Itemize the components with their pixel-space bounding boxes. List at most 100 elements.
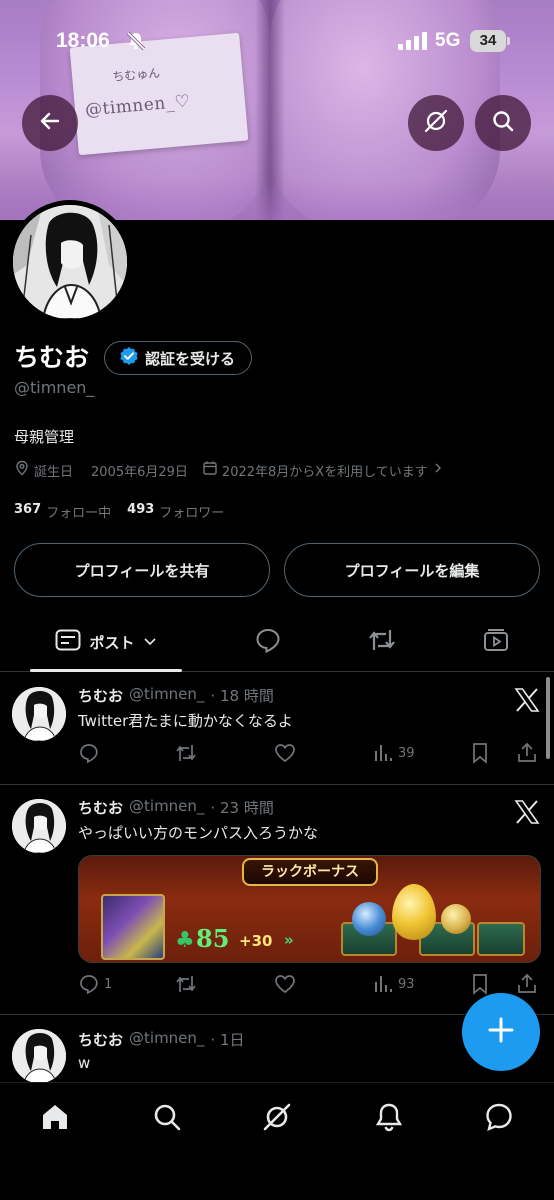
back-button[interactable] xyxy=(22,95,78,151)
status-bar: 18:06 5G 34 xyxy=(0,22,554,62)
tab-posts[interactable]: ポスト xyxy=(30,614,182,672)
post-image[interactable]: ラックボーナス ♣ 85 +30 » xyxy=(78,855,541,963)
views-button[interactable]: 39 xyxy=(372,742,415,764)
status-time: 18:06 xyxy=(56,29,110,52)
birthday-value: 2005年6月29日 xyxy=(91,464,188,480)
scrollbar[interactable] xyxy=(546,677,550,759)
get-verified-button[interactable]: 認証を受ける xyxy=(104,341,253,375)
like-button[interactable] xyxy=(274,742,296,764)
gold-coin-icon xyxy=(441,904,471,934)
profile-bio: 母親管理 xyxy=(14,428,75,446)
profile-handle: @timnen_ xyxy=(14,378,95,397)
grok-button[interactable] xyxy=(408,95,464,151)
profile-meta: 誕生日 2005年6月29日 2022年8月からXを利用しています xyxy=(14,460,444,480)
share-button[interactable] xyxy=(516,742,538,764)
back-arrow-icon xyxy=(38,109,62,137)
nav-grok[interactable] xyxy=(261,1103,293,1135)
followers-count: 493 xyxy=(127,502,155,517)
tab-replies[interactable] xyxy=(240,614,296,670)
share-profile-button[interactable]: プロフィールを共有 xyxy=(14,543,270,597)
joined-date: 2022年8月からXを利用しています xyxy=(221,464,428,480)
post-timestamp[interactable]: · 1日 xyxy=(210,1029,244,1050)
views-button[interactable]: 93 xyxy=(372,973,415,995)
post-author-name[interactable]: ちむお xyxy=(78,1029,123,1050)
x-logo-icon xyxy=(514,799,540,829)
post-item[interactable]: ちむお @timnen_ · 18 時間 Twitter君たまに動かなくなるよ … xyxy=(0,673,554,785)
chevron-right-icon xyxy=(432,462,444,478)
post-header: ちむお @timnen_ · 1日 xyxy=(78,1029,245,1050)
tab-posts-label: ポスト xyxy=(89,633,135,652)
followers-link[interactable]: 493 フォロワー xyxy=(127,502,224,521)
x-logo-icon xyxy=(514,687,540,717)
post-author-name[interactable]: ちむお xyxy=(78,685,123,706)
battery-icon: 34 xyxy=(470,30,506,52)
tab-media[interactable] xyxy=(468,614,524,670)
image-title: ラックボーナス xyxy=(242,858,378,886)
post-author-name[interactable]: ちむお xyxy=(78,797,123,818)
verified-badge-icon xyxy=(119,346,139,370)
reply-button[interactable] xyxy=(78,742,104,764)
profile-name: ちむお xyxy=(14,343,90,372)
location-icon xyxy=(14,460,30,480)
search-button[interactable] xyxy=(475,95,531,151)
share-button[interactable] xyxy=(516,973,538,995)
image-character-portrait xyxy=(101,894,165,960)
avatar-image xyxy=(13,205,127,319)
nav-messages[interactable] xyxy=(483,1103,515,1135)
card-text-line1: ちむゅん xyxy=(111,65,161,84)
post-timestamp[interactable]: · 23 時間 xyxy=(210,797,273,818)
grok-icon xyxy=(423,108,449,138)
blue-egg-icon xyxy=(352,902,386,936)
compose-button[interactable] xyxy=(462,993,540,1071)
follow-stats: 367 フォロー中 493 フォロワー xyxy=(14,502,234,521)
card-text-line2: @timnen_♡ xyxy=(84,91,192,121)
post-avatar[interactable] xyxy=(12,687,66,741)
birthday-item: 誕生日 2005年6月29日 xyxy=(14,460,188,480)
post-actions: 1 93 xyxy=(78,973,548,997)
post-item[interactable]: ちむお @timnen_ · 23 時間 やっぱいい方のモンパス入ろうかな ラッ… xyxy=(0,785,554,1015)
post-text: やっぱいい方のモンパス入ろうかな xyxy=(78,824,319,842)
gold-egg-icon xyxy=(392,884,436,940)
following-count: 367 xyxy=(14,502,42,517)
reply-button[interactable]: 1 xyxy=(78,973,112,995)
profile-avatar[interactable] xyxy=(8,200,132,324)
post-author-handle: @timnen_ xyxy=(129,1029,205,1047)
nav-notifications[interactable] xyxy=(373,1103,405,1135)
media-icon xyxy=(482,626,510,658)
posts-tab-icon xyxy=(55,629,81,655)
get-verified-label: 認証を受ける xyxy=(145,349,236,368)
following-link[interactable]: 367 フォロー中 xyxy=(14,502,111,521)
followers-label: フォロワー xyxy=(159,506,225,521)
views-count: 93 xyxy=(398,976,415,992)
following-label: フォロー中 xyxy=(46,506,112,521)
bookmark-button[interactable] xyxy=(470,973,490,995)
post-author-handle: @timnen_ xyxy=(129,685,205,703)
bookmark-button[interactable] xyxy=(470,742,490,764)
nav-home[interactable] xyxy=(39,1103,71,1135)
compose-plus-icon xyxy=(486,1015,516,1049)
post-header: ちむお @timnen_ · 23 時間 xyxy=(78,797,274,818)
like-button[interactable] xyxy=(274,973,296,995)
post-timestamp[interactable]: · 18 時間 xyxy=(210,685,273,706)
repost-button[interactable] xyxy=(174,742,198,764)
joined-item[interactable]: 2022年8月からXを利用しています xyxy=(202,460,444,480)
views-count: 39 xyxy=(398,745,415,761)
calendar-icon xyxy=(202,460,218,480)
post-avatar[interactable] xyxy=(12,1029,66,1082)
birthday-label: 誕生日 xyxy=(34,464,74,480)
post-text: Twitter君たまに動かなくなるよ xyxy=(78,712,293,730)
post-author-handle: @timnen_ xyxy=(129,797,205,815)
post-text: w xyxy=(78,1054,91,1072)
nav-search[interactable] xyxy=(151,1103,183,1135)
repost-button[interactable] xyxy=(174,973,198,995)
edit-profile-button[interactable]: プロフィールを編集 xyxy=(284,543,540,597)
image-chevrons: » xyxy=(284,931,294,949)
reply-count: 1 xyxy=(104,976,113,992)
signal-icon xyxy=(398,32,428,54)
post-avatar[interactable] xyxy=(12,799,66,853)
tab-reposts[interactable] xyxy=(354,614,410,670)
search-icon xyxy=(491,109,515,137)
bottom-navigation xyxy=(0,1082,554,1200)
post-actions: 39 xyxy=(78,742,548,766)
image-luck-value: 85 xyxy=(196,924,230,953)
